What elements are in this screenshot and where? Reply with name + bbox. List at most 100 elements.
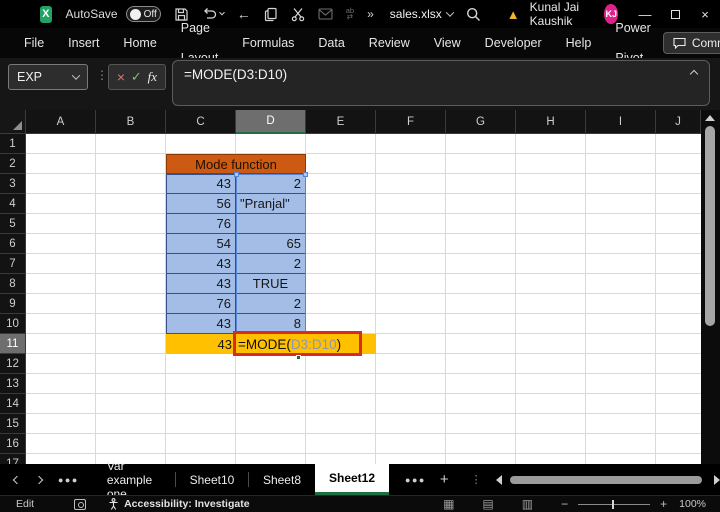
- ribbon-tab-developer[interactable]: Developer: [473, 28, 554, 58]
- scroll-up-icon[interactable]: [705, 115, 715, 121]
- column-header-d[interactable]: D: [236, 110, 306, 134]
- cells-area[interactable]: [26, 134, 701, 464]
- cell-d3[interactable]: 2: [236, 174, 306, 194]
- accessibility-status[interactable]: Accessibility: Investigate: [108, 498, 250, 510]
- worksheet-grid[interactable]: ABCDEFGHIJ 1 2 3 4 5 6 7 8 9 10 11 12 13 14 15 16 17 Mod…: [0, 110, 720, 464]
- cell-c11[interactable]: 43: [166, 334, 236, 354]
- page-break-view-icon[interactable]: ▥: [522, 497, 533, 511]
- cell-c10[interactable]: 43: [166, 314, 236, 334]
- horizontal-scrollbar[interactable]: [495, 474, 720, 485]
- cell-d8[interactable]: TRUE: [236, 274, 306, 294]
- cell-d5[interactable]: [236, 214, 306, 234]
- zoom-in-button[interactable]: +: [660, 497, 667, 511]
- merged-header-cell[interactable]: Mode function: [166, 154, 306, 174]
- fill-handle[interactable]: [296, 355, 301, 360]
- row-header-12[interactable]: 12: [0, 354, 26, 374]
- more-sheets-icon[interactable]: ●●●: [405, 475, 426, 485]
- row-header-4[interactable]: 4: [0, 194, 26, 214]
- formula-input[interactable]: =MODE(D3:D10): [172, 60, 710, 106]
- row-header-2[interactable]: 2: [0, 154, 26, 174]
- row-header-3[interactable]: 3: [0, 174, 26, 194]
- cell-d7[interactable]: 2: [236, 254, 306, 274]
- row-header-15[interactable]: 15: [0, 414, 26, 434]
- sheet-tab-sheet12[interactable]: Sheet12: [315, 464, 390, 495]
- row-header-16[interactable]: 16: [0, 434, 26, 454]
- page-layout-view-icon[interactable]: ▤: [482, 497, 493, 511]
- row-header-11[interactable]: 11: [0, 334, 26, 354]
- name-box-dropdown-icon[interactable]: [71, 71, 81, 80]
- row-header-10[interactable]: 10: [0, 314, 26, 334]
- row-header-6[interactable]: 6: [0, 234, 26, 254]
- vertical-scroll-thumb[interactable]: [705, 126, 715, 326]
- column-header-c[interactable]: C: [166, 110, 236, 134]
- row-header-1[interactable]: 1: [0, 134, 26, 154]
- cell-d6[interactable]: 65: [236, 234, 306, 254]
- row-header-9[interactable]: 9: [0, 294, 26, 314]
- ribbon-tab-help[interactable]: Help: [554, 28, 604, 58]
- cell-d4[interactable]: "Pranjal": [236, 194, 306, 214]
- cell-c7[interactable]: 43: [166, 254, 236, 274]
- column-header-f[interactable]: F: [376, 110, 446, 134]
- macro-record-icon[interactable]: [74, 498, 87, 510]
- insert-function-icon[interactable]: fx: [148, 69, 157, 85]
- row-header-13[interactable]: 13: [0, 374, 26, 394]
- row-header-5[interactable]: 5: [0, 214, 26, 234]
- zoom-level[interactable]: 100%: [679, 498, 706, 510]
- ribbon-tab-view[interactable]: View: [422, 28, 473, 58]
- row-header-8[interactable]: 8: [0, 274, 26, 294]
- cell-d11-formula-editor[interactable]: =MODE(D3:D10): [238, 334, 341, 354]
- cell-c9[interactable]: 76: [166, 294, 236, 314]
- column-header-b[interactable]: B: [96, 110, 166, 134]
- normal-view-icon[interactable]: ▦: [443, 497, 454, 511]
- column-header-a[interactable]: A: [26, 110, 96, 134]
- cell-c5[interactable]: 76: [166, 214, 236, 234]
- formula-bar-splitter[interactable]: ⋮: [96, 68, 108, 82]
- horizontal-scroll-thumb[interactable]: [509, 475, 702, 484]
- cell-c8[interactable]: 43: [166, 274, 236, 294]
- scroll-left-icon[interactable]: [495, 474, 502, 485]
- ribbon-tab-review[interactable]: Review: [357, 28, 422, 58]
- cell-c3[interactable]: 43: [166, 174, 236, 194]
- column-header-e[interactable]: E: [306, 110, 376, 134]
- row-header-14[interactable]: 14: [0, 394, 26, 414]
- cell-c4[interactable]: 56: [166, 194, 236, 214]
- zoom-slider[interactable]: [578, 499, 651, 509]
- range-handle-top-left[interactable]: [234, 172, 239, 177]
- column-header-h[interactable]: H: [516, 110, 586, 134]
- add-sheet-button[interactable]: +: [440, 471, 449, 488]
- column-header-g[interactable]: G: [446, 110, 516, 134]
- maximize-button[interactable]: [660, 0, 690, 28]
- ribbon-tab-file[interactable]: File: [12, 28, 56, 58]
- sheet-tab-sheet10[interactable]: Sheet10: [176, 464, 249, 495]
- ribbon-tab-home[interactable]: Home: [111, 28, 168, 58]
- range-handle-top-right[interactable]: [303, 172, 308, 177]
- sheet-tab-sheet8[interactable]: Sheet8: [249, 464, 315, 495]
- enter-formula-icon[interactable]: ✓: [131, 69, 142, 85]
- prev-sheet-icon[interactable]: [12, 475, 22, 484]
- tab-scroll-splitter[interactable]: ⋮: [471, 473, 482, 486]
- all-sheets-icon[interactable]: ●●●: [58, 475, 79, 485]
- zoom-slider-thumb[interactable]: [612, 499, 615, 509]
- column-header-j[interactable]: J: [656, 110, 701, 134]
- row-header-17[interactable]: 17: [0, 454, 26, 464]
- cell-c6[interactable]: 54: [166, 234, 236, 254]
- select-all-corner[interactable]: [0, 110, 26, 134]
- next-sheet-icon[interactable]: [34, 475, 44, 484]
- cell-d9[interactable]: 2: [236, 294, 306, 314]
- zoom-out-button[interactable]: −: [561, 497, 568, 511]
- comments-button[interactable]: Comments: [662, 32, 720, 54]
- row-header-7[interactable]: 7: [0, 254, 26, 274]
- formula-suffix: ): [336, 336, 342, 352]
- close-button[interactable]: ×: [690, 0, 720, 28]
- vertical-scrollbar[interactable]: [701, 110, 720, 478]
- column-header-i[interactable]: I: [586, 110, 656, 134]
- ribbon-tab-formulas[interactable]: Formulas: [230, 28, 306, 58]
- cell-d10[interactable]: 8: [236, 314, 306, 334]
- collapse-formula-bar-icon[interactable]: [689, 69, 699, 79]
- scroll-right-icon[interactable]: [714, 474, 720, 485]
- sheet-tab-var-example-one[interactable]: Var example one: [93, 459, 175, 501]
- name-box[interactable]: EXP: [8, 64, 88, 90]
- ribbon-tab-data[interactable]: Data: [306, 28, 356, 58]
- ribbon-tab-insert[interactable]: Insert: [56, 28, 111, 58]
- cancel-formula-icon[interactable]: ×: [117, 69, 125, 85]
